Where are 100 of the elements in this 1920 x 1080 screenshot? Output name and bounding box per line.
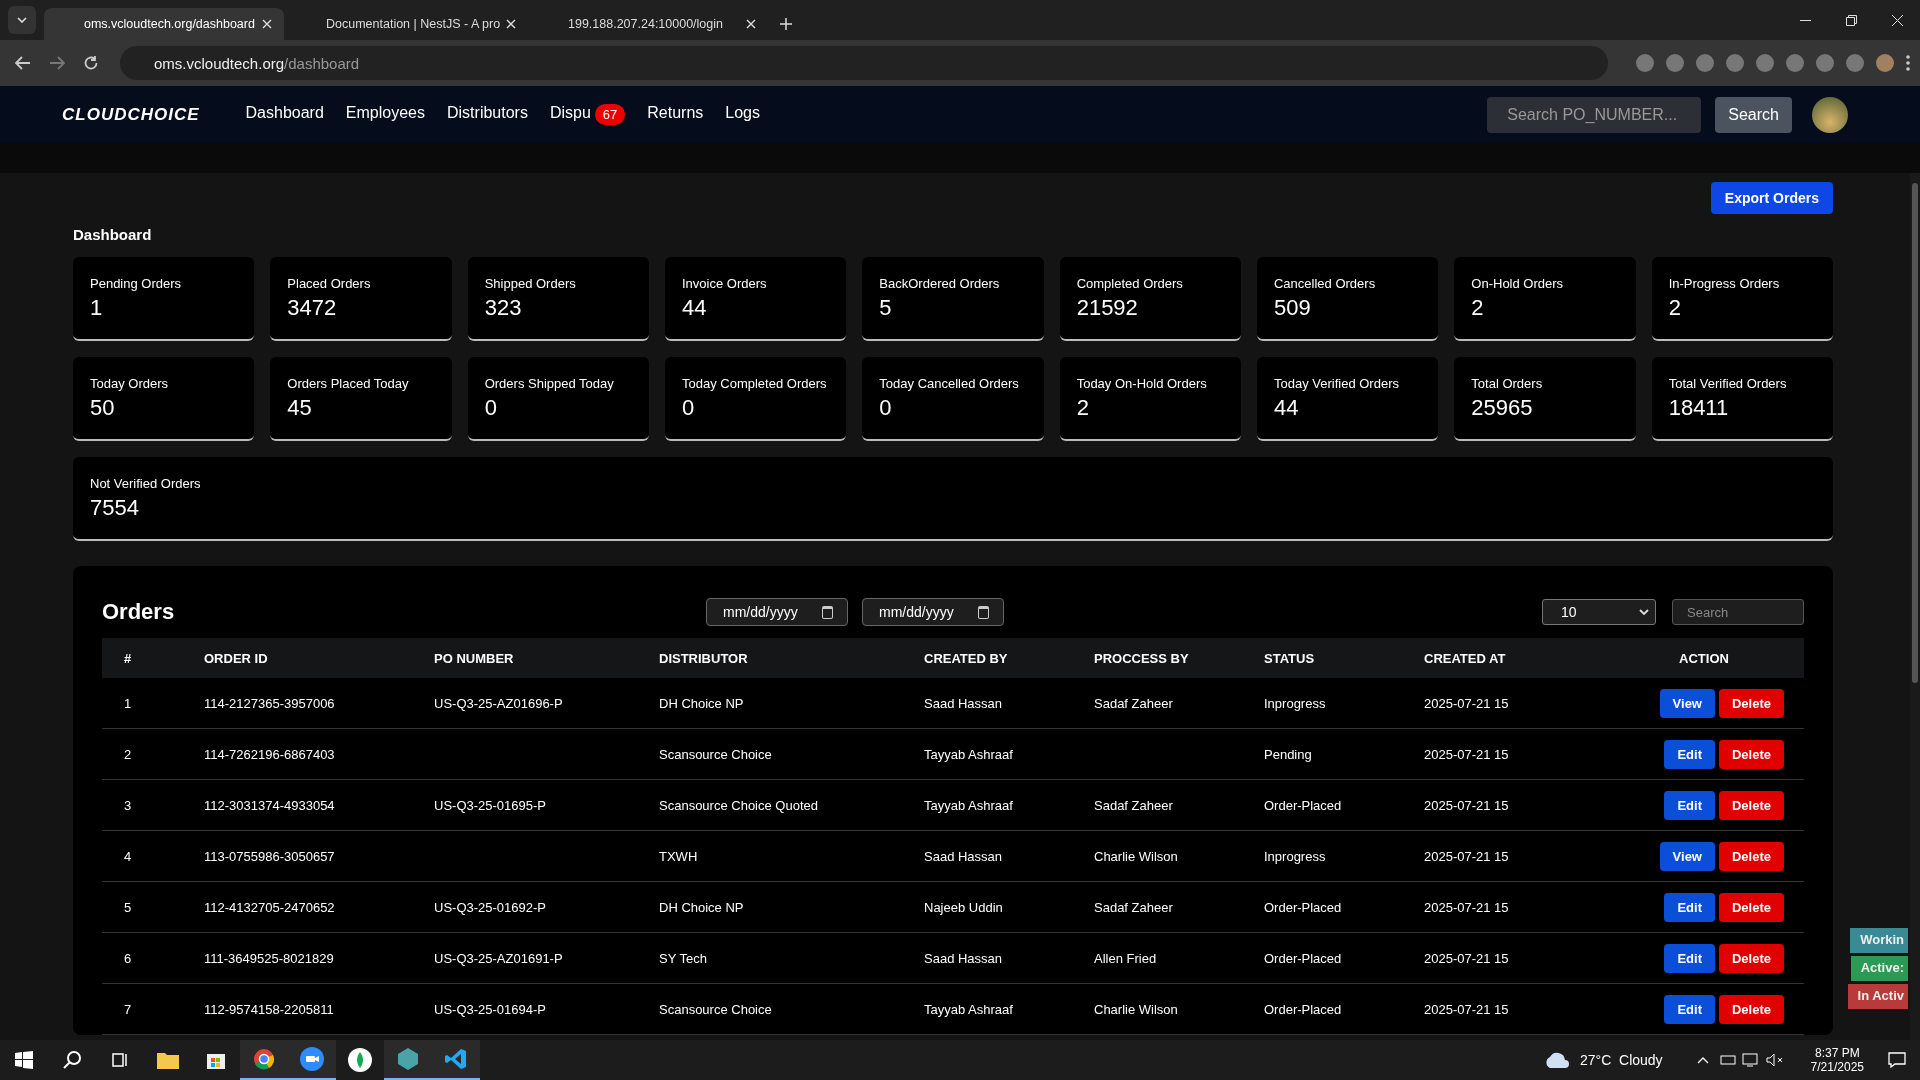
minimize-button[interactable] xyxy=(1799,19,1811,21)
stat-value: 5 xyxy=(879,295,892,321)
row-action-button[interactable]: View xyxy=(1659,841,1715,871)
table-cell: Najeeb Uddin xyxy=(924,899,1003,915)
delete-button[interactable]: Delete xyxy=(1718,688,1784,718)
status-tab[interactable]: In Activ xyxy=(1847,984,1908,1009)
tab-list-button[interactable] xyxy=(8,6,36,34)
close-button[interactable] xyxy=(1891,14,1903,26)
scrollbar[interactable] xyxy=(1910,173,1920,1040)
page-size-select[interactable]: 10 xyxy=(1542,599,1656,625)
extension-icon[interactable] xyxy=(1816,54,1834,72)
browser-tab[interactable]: oms.vcloudtech.org/dashboard xyxy=(44,8,284,40)
delete-button[interactable]: Delete xyxy=(1718,892,1784,922)
stat-label: Not Verified Orders xyxy=(90,476,201,491)
delete-button[interactable]: Delete xyxy=(1718,994,1784,1024)
extension-icon[interactable] xyxy=(1786,54,1804,72)
search-field[interactable]: Search PO_NUMBER... xyxy=(1487,96,1702,133)
search-button[interactable]: Search xyxy=(1715,96,1792,133)
export-button[interactable]: Export Orders xyxy=(1710,182,1833,214)
video-app-icon[interactable] xyxy=(288,1040,336,1080)
stat-label: Today Completed Orders xyxy=(682,376,827,391)
stat-label: Today Orders xyxy=(90,376,169,391)
table-cell: Sadaf Zaheer xyxy=(1094,695,1173,711)
table-cell: DH Choice NP xyxy=(659,899,744,915)
nav-link[interactable]: Distributors xyxy=(447,104,528,125)
row-action-button[interactable]: Edit xyxy=(1664,739,1715,769)
row-action-button[interactable]: Edit xyxy=(1664,943,1715,973)
stat-label: On-Hold Orders xyxy=(1471,276,1564,291)
table-cell: Scansource Choice Quoted xyxy=(659,797,818,813)
table-cell: Scansource Choice xyxy=(659,746,772,762)
table-cell: 2025-07-21 15 xyxy=(1424,950,1509,966)
table-cell: US-Q3-25-01694-P xyxy=(434,1001,546,1017)
stat-value: 0 xyxy=(682,395,695,421)
nav-link[interactable]: Logs xyxy=(725,104,760,125)
table-cell: Order-Placed xyxy=(1264,1001,1342,1017)
extension-icon[interactable] xyxy=(1666,54,1684,72)
code-editor-icon[interactable] xyxy=(432,1040,480,1080)
browser-icon[interactable] xyxy=(240,1040,288,1080)
table-cell: US-Q3-25-01695-P xyxy=(434,797,546,813)
profile-avatar[interactable] xyxy=(1876,54,1894,72)
start-button[interactable] xyxy=(15,1051,33,1069)
browser-tab[interactable]: Documentation | NestJS - A pro xyxy=(286,8,526,40)
restore-button[interactable] xyxy=(1845,14,1857,26)
table-cell: 2025-07-21 15 xyxy=(1424,695,1509,711)
nav-link[interactable]: Returns xyxy=(647,104,704,125)
table-cell: Charlie Wilson xyxy=(1094,1001,1178,1017)
date-field[interactable]: mm/dd/yyyy xyxy=(862,598,1004,626)
table-cell: 113-0755986-3050657 xyxy=(204,848,335,864)
clock[interactable]: 8:37 PM 7/21/2025 xyxy=(1810,1046,1864,1074)
new-tab-button[interactable] xyxy=(780,18,792,30)
nav-link[interactable]: Dispu xyxy=(549,104,591,125)
close-icon[interactable] xyxy=(262,19,272,29)
status-tab[interactable]: Workin xyxy=(1850,928,1908,953)
weather-text: 27°C Cloudy xyxy=(1579,1052,1663,1068)
menu-icon[interactable] xyxy=(1906,55,1910,71)
table-cell: Tayyab Ashraaf xyxy=(924,746,1013,762)
extension-icon[interactable] xyxy=(1636,54,1654,72)
table-cell: Inprogress xyxy=(1264,695,1326,711)
address-bar[interactable]: oms.vcloudtech.org/dashboard xyxy=(120,46,1608,80)
row-action-button[interactable]: Edit xyxy=(1664,790,1715,820)
nav-link[interactable]: Employees xyxy=(345,104,425,125)
row-action-button[interactable]: Edit xyxy=(1664,892,1715,922)
browser-tab[interactable]: 199.188.207.24:10000/login xyxy=(528,8,768,40)
notification-icon[interactable] xyxy=(1888,1051,1906,1069)
delete-button[interactable]: Delete xyxy=(1718,790,1784,820)
back-button[interactable] xyxy=(15,56,31,70)
table-cell: 112-3031374-4933054 xyxy=(204,797,335,813)
extension-icon[interactable] xyxy=(1696,54,1714,72)
search-field[interactable]: Search xyxy=(1672,599,1804,625)
column-header: CREATED AT xyxy=(1414,638,1604,678)
extension-icon[interactable] xyxy=(1726,54,1744,72)
stat-value: 2 xyxy=(1471,295,1484,321)
row-action-button[interactable]: Edit xyxy=(1664,994,1715,1024)
date-field[interactable]: mm/dd/yyyy xyxy=(706,598,848,626)
table-cell: Allen Fried xyxy=(1094,950,1157,966)
delete-button[interactable]: Delete xyxy=(1718,841,1784,871)
table-cell: 112-4132705-2470652 xyxy=(204,899,335,915)
logo[interactable]: CLOUDCHOICE xyxy=(62,104,200,125)
delete-button[interactable]: Delete xyxy=(1718,739,1784,769)
table-cell: 4 xyxy=(124,848,132,864)
stat-value: 0 xyxy=(484,395,497,421)
reload-button[interactable] xyxy=(83,55,99,71)
delete-button[interactable]: Delete xyxy=(1718,943,1784,973)
close-icon[interactable] xyxy=(506,19,517,29)
extension-icon[interactable] xyxy=(1846,54,1864,72)
row-action-button[interactable]: View xyxy=(1659,688,1715,718)
close-icon[interactable] xyxy=(746,19,756,29)
extension-icon[interactable] xyxy=(1756,54,1774,72)
stat-label: Total Orders xyxy=(1471,376,1543,391)
table-cell: Sadaf Zaheer xyxy=(1094,899,1173,915)
stat-label: BackOrdered Orders xyxy=(879,276,1000,291)
stat-label: Today On-Hold Orders xyxy=(1076,376,1207,391)
user-avatar[interactable] xyxy=(1812,96,1848,133)
table-cell: 114-7262196-6867403 xyxy=(204,746,335,762)
forward-button[interactable] xyxy=(49,56,65,70)
nav-link[interactable]: Dashboard xyxy=(245,104,324,125)
table-cell: Tayyab Ashraaf xyxy=(924,1001,1013,1017)
app-icon[interactable] xyxy=(384,1040,432,1080)
stat-value: 323 xyxy=(484,295,522,321)
stat-label: In-Progress Orders xyxy=(1668,276,1780,291)
